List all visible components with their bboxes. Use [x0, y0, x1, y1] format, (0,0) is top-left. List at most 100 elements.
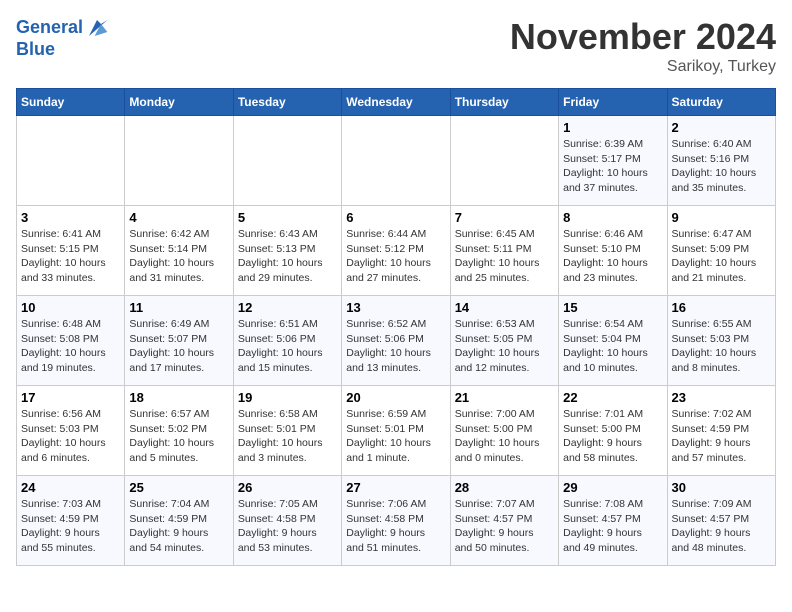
- header-day-tuesday: Tuesday: [233, 89, 341, 116]
- day-info: Sunrise: 6:51 AM Sunset: 5:06 PM Dayligh…: [238, 317, 337, 376]
- day-info: Sunrise: 6:40 AM Sunset: 5:16 PM Dayligh…: [672, 137, 771, 196]
- page-header: General Blue November 2024 Sarikoy, Turk…: [16, 16, 776, 76]
- week-row-0: 1 Sunrise: 6:39 AM Sunset: 5:17 PM Daylig…: [17, 116, 776, 206]
- day-number: 10: [21, 300, 120, 315]
- day-number: 3: [21, 210, 120, 225]
- day-info: Sunrise: 7:09 AM Sunset: 4:57 PM Dayligh…: [672, 497, 771, 556]
- calendar-cell: 1 Sunrise: 6:39 AM Sunset: 5:17 PM Daylig…: [559, 116, 667, 206]
- day-number: 20: [346, 390, 445, 405]
- day-info: Sunrise: 7:02 AM Sunset: 4:59 PM Dayligh…: [672, 407, 771, 466]
- day-info: Sunrise: 6:52 AM Sunset: 5:06 PM Dayligh…: [346, 317, 445, 376]
- calendar-cell: 6 Sunrise: 6:44 AM Sunset: 5:12 PM Daylig…: [342, 206, 450, 296]
- day-number: 7: [455, 210, 554, 225]
- header-day-wednesday: Wednesday: [342, 89, 450, 116]
- week-row-2: 10 Sunrise: 6:48 AM Sunset: 5:08 PM Dayli…: [17, 296, 776, 386]
- day-info: Sunrise: 6:46 AM Sunset: 5:10 PM Dayligh…: [563, 227, 662, 286]
- calendar-cell: 8 Sunrise: 6:46 AM Sunset: 5:10 PM Daylig…: [559, 206, 667, 296]
- day-info: Sunrise: 6:59 AM Sunset: 5:01 PM Dayligh…: [346, 407, 445, 466]
- day-number: 6: [346, 210, 445, 225]
- day-number: 13: [346, 300, 445, 315]
- day-info: Sunrise: 6:39 AM Sunset: 5:17 PM Dayligh…: [563, 137, 662, 196]
- day-number: 23: [672, 390, 771, 405]
- day-number: 9: [672, 210, 771, 225]
- calendar-cell: 3Sunrise: 6:41 AM Sunset: 5:15 PM Daylig…: [17, 206, 125, 296]
- day-number: 22: [563, 390, 662, 405]
- calendar-cell: 15 Sunrise: 6:54 AM Sunset: 5:04 PM Dayli…: [559, 296, 667, 386]
- day-info: Sunrise: 6:55 AM Sunset: 5:03 PM Dayligh…: [672, 317, 771, 376]
- calendar-cell: 19 Sunrise: 6:58 AM Sunset: 5:01 PM Dayli…: [233, 386, 341, 476]
- calendar-cell: 13 Sunrise: 6:52 AM Sunset: 5:06 PM Dayli…: [342, 296, 450, 386]
- day-number: 25: [129, 480, 228, 495]
- header-day-monday: Monday: [125, 89, 233, 116]
- calendar-cell: 26Sunrise: 7:05 AM Sunset: 4:58 PM Dayli…: [233, 476, 341, 566]
- calendar-cell: 5 Sunrise: 6:43 AM Sunset: 5:13 PM Daylig…: [233, 206, 341, 296]
- calendar-cell: 24Sunrise: 7:03 AM Sunset: 4:59 PM Dayli…: [17, 476, 125, 566]
- calendar-cell: 30 Sunrise: 7:09 AM Sunset: 4:57 PM Dayli…: [667, 476, 775, 566]
- day-info: Sunrise: 6:57 AM Sunset: 5:02 PM Dayligh…: [129, 407, 228, 466]
- day-info: Sunrise: 6:47 AM Sunset: 5:09 PM Dayligh…: [672, 227, 771, 286]
- day-info: Sunrise: 7:07 AM Sunset: 4:57 PM Dayligh…: [455, 497, 554, 556]
- header-day-sunday: Sunday: [17, 89, 125, 116]
- day-number: 27: [346, 480, 445, 495]
- day-info: Sunrise: 7:05 AM Sunset: 4:58 PM Dayligh…: [238, 497, 337, 556]
- calendar-cell: [17, 116, 125, 206]
- day-info: Sunrise: 6:58 AM Sunset: 5:01 PM Dayligh…: [238, 407, 337, 466]
- day-info: Sunrise: 6:44 AM Sunset: 5:12 PM Dayligh…: [346, 227, 445, 286]
- calendar-cell: 28 Sunrise: 7:07 AM Sunset: 4:57 PM Dayli…: [450, 476, 558, 566]
- day-number: 16: [672, 300, 771, 315]
- day-number: 19: [238, 390, 337, 405]
- day-number: 28: [455, 480, 554, 495]
- subtitle: Sarikoy, Turkey: [510, 58, 776, 76]
- day-info: Sunrise: 7:00 AM Sunset: 5:00 PM Dayligh…: [455, 407, 554, 466]
- calendar-cell: 25Sunrise: 7:04 AM Sunset: 4:59 PM Dayli…: [125, 476, 233, 566]
- day-number: 12: [238, 300, 337, 315]
- title-area: November 2024 Sarikoy, Turkey: [510, 16, 776, 76]
- logo-icon: [85, 16, 109, 40]
- calendar-cell: 17 Sunrise: 6:56 AM Sunset: 5:03 PM Dayli…: [17, 386, 125, 476]
- day-number: 30: [672, 480, 771, 495]
- day-number: 14: [455, 300, 554, 315]
- day-info: Sunrise: 6:43 AM Sunset: 5:13 PM Dayligh…: [238, 227, 337, 286]
- week-row-1: 3Sunrise: 6:41 AM Sunset: 5:15 PM Daylig…: [17, 206, 776, 296]
- main-title: November 2024: [510, 16, 776, 58]
- calendar-header: SundayMondayTuesdayWednesdayThursdayFrid…: [17, 89, 776, 116]
- calendar-cell: 16 Sunrise: 6:55 AM Sunset: 5:03 PM Dayli…: [667, 296, 775, 386]
- calendar-cell: 10 Sunrise: 6:48 AM Sunset: 5:08 PM Dayli…: [17, 296, 125, 386]
- calendar-table: SundayMondayTuesdayWednesdayThursdayFrid…: [16, 88, 776, 566]
- week-row-3: 17 Sunrise: 6:56 AM Sunset: 5:03 PM Dayli…: [17, 386, 776, 476]
- header-day-thursday: Thursday: [450, 89, 558, 116]
- header-day-saturday: Saturday: [667, 89, 775, 116]
- day-number: 15: [563, 300, 662, 315]
- calendar-cell: [450, 116, 558, 206]
- day-number: 11: [129, 300, 228, 315]
- day-info: Sunrise: 6:54 AM Sunset: 5:04 PM Dayligh…: [563, 317, 662, 376]
- day-info: Sunrise: 6:56 AM Sunset: 5:03 PM Dayligh…: [21, 407, 120, 466]
- day-number: 8: [563, 210, 662, 225]
- logo-line1: General: [16, 18, 83, 38]
- day-info: Sunrise: 7:06 AM Sunset: 4:58 PM Dayligh…: [346, 497, 445, 556]
- day-number: 24: [21, 480, 120, 495]
- calendar-cell: 14Sunrise: 6:53 AM Sunset: 5:05 PM Dayli…: [450, 296, 558, 386]
- calendar-cell: 20 Sunrise: 6:59 AM Sunset: 5:01 PM Dayli…: [342, 386, 450, 476]
- day-number: 5: [238, 210, 337, 225]
- calendar-cell: 9 Sunrise: 6:47 AM Sunset: 5:09 PM Daylig…: [667, 206, 775, 296]
- day-number: 21: [455, 390, 554, 405]
- day-info: Sunrise: 7:08 AM Sunset: 4:57 PM Dayligh…: [563, 497, 662, 556]
- calendar-cell: 23 Sunrise: 7:02 AM Sunset: 4:59 PM Dayli…: [667, 386, 775, 476]
- calendar-cell: 29 Sunrise: 7:08 AM Sunset: 4:57 PM Dayli…: [559, 476, 667, 566]
- day-number: 17: [21, 390, 120, 405]
- calendar-cell: 11Sunrise: 6:49 AM Sunset: 5:07 PM Dayli…: [125, 296, 233, 386]
- calendar-cell: [233, 116, 341, 206]
- header-day-friday: Friday: [559, 89, 667, 116]
- logo: General Blue: [16, 16, 109, 60]
- day-info: Sunrise: 6:42 AM Sunset: 5:14 PM Dayligh…: [129, 227, 228, 286]
- day-info: Sunrise: 6:48 AM Sunset: 5:08 PM Dayligh…: [21, 317, 120, 376]
- day-number: 29: [563, 480, 662, 495]
- day-info: Sunrise: 6:45 AM Sunset: 5:11 PM Dayligh…: [455, 227, 554, 286]
- header-row: SundayMondayTuesdayWednesdayThursdayFrid…: [17, 89, 776, 116]
- calendar-cell: [342, 116, 450, 206]
- calendar-body: 1 Sunrise: 6:39 AM Sunset: 5:17 PM Daylig…: [17, 116, 776, 566]
- calendar-cell: 4Sunrise: 6:42 AM Sunset: 5:14 PM Daylig…: [125, 206, 233, 296]
- day-number: 1: [563, 120, 662, 135]
- logo-line2: Blue: [16, 40, 55, 60]
